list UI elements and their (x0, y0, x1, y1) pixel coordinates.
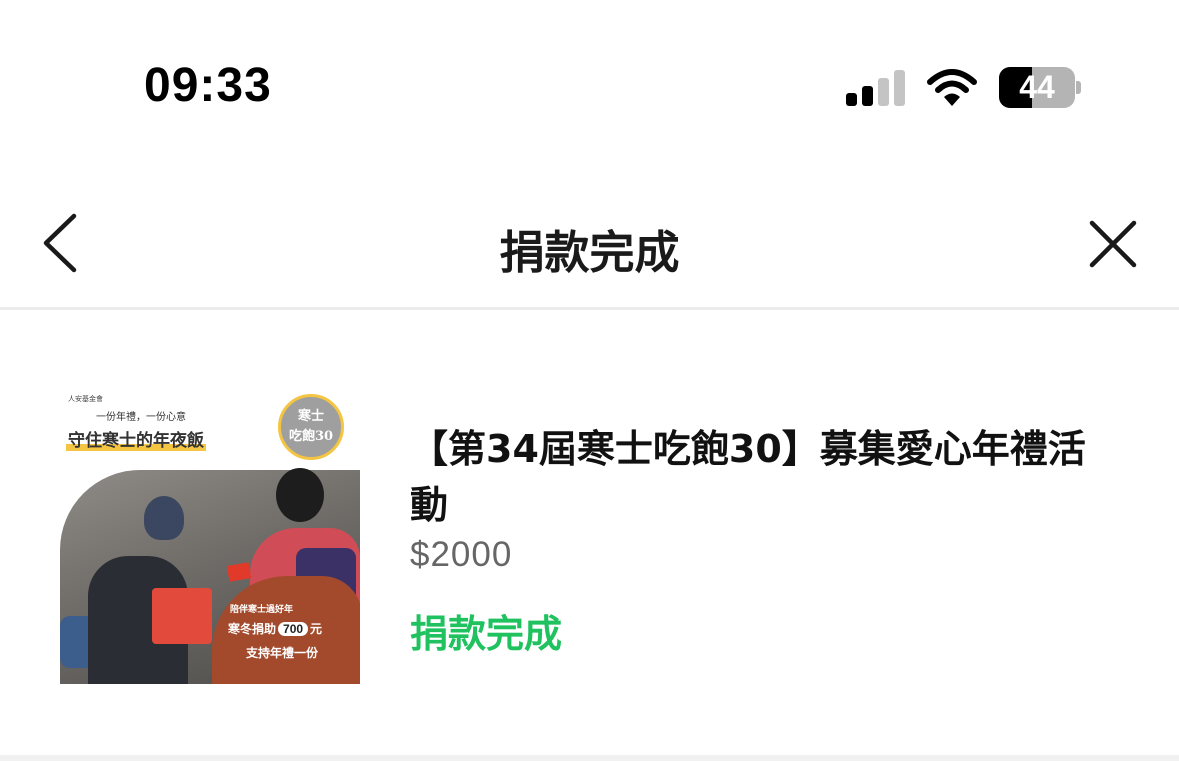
status-bar: 09:33 44 (0, 0, 1179, 170)
thumbnail-tagline: 一份年禮，一份心意 (96, 412, 186, 423)
cellular-signal-icon (846, 70, 906, 106)
thumbnail-headline: 守住寒士的年夜飯 (66, 426, 206, 451)
panel-amount: 700 (278, 622, 309, 636)
donation-amount: $2000 (410, 535, 513, 574)
panel-line-3: 支持年禮一份 (246, 646, 319, 660)
battery-icon: 44 (999, 67, 1081, 108)
page-title: 捐款完成 (499, 226, 680, 279)
wifi-icon (926, 68, 978, 108)
badge-line-2: 吃飽30 (288, 429, 334, 444)
panel-line-1: 陪伴寒士過好年 (230, 605, 294, 615)
panel-line-2: 寒冬捐助 700 元 (228, 620, 322, 637)
close-button[interactable] (1082, 213, 1144, 275)
panel-prefix: 寒冬捐助 (228, 622, 277, 636)
panel-suffix: 元 (310, 622, 323, 636)
badge-line-1: 寒士 (297, 409, 324, 424)
divider (0, 755, 1179, 761)
thumbnail-org: 人安基金會 (68, 395, 103, 403)
close-icon (1089, 220, 1137, 268)
donation-status: 捐款完成 (410, 612, 563, 656)
donation-card[interactable]: 人安基金會 一份年禮，一份心意 守住寒士的年夜飯 寒士 吃飽30 陪伴寒士過好年… (0, 313, 1179, 755)
campaign-title: 【第34屆寒士吃飽30】募集愛心年禮活動 (410, 427, 1086, 527)
campaign-thumbnail: 人安基金會 一份年禮，一份心意 守住寒士的年夜飯 寒士 吃飽30 陪伴寒士過好年… (60, 388, 360, 684)
thumbnail-badge: 寒士 吃飽30 (278, 394, 344, 460)
nav-bar: 捐款完成 (0, 180, 1179, 310)
battery-level: 44 (1019, 69, 1055, 105)
status-time: 09:33 (144, 59, 272, 112)
